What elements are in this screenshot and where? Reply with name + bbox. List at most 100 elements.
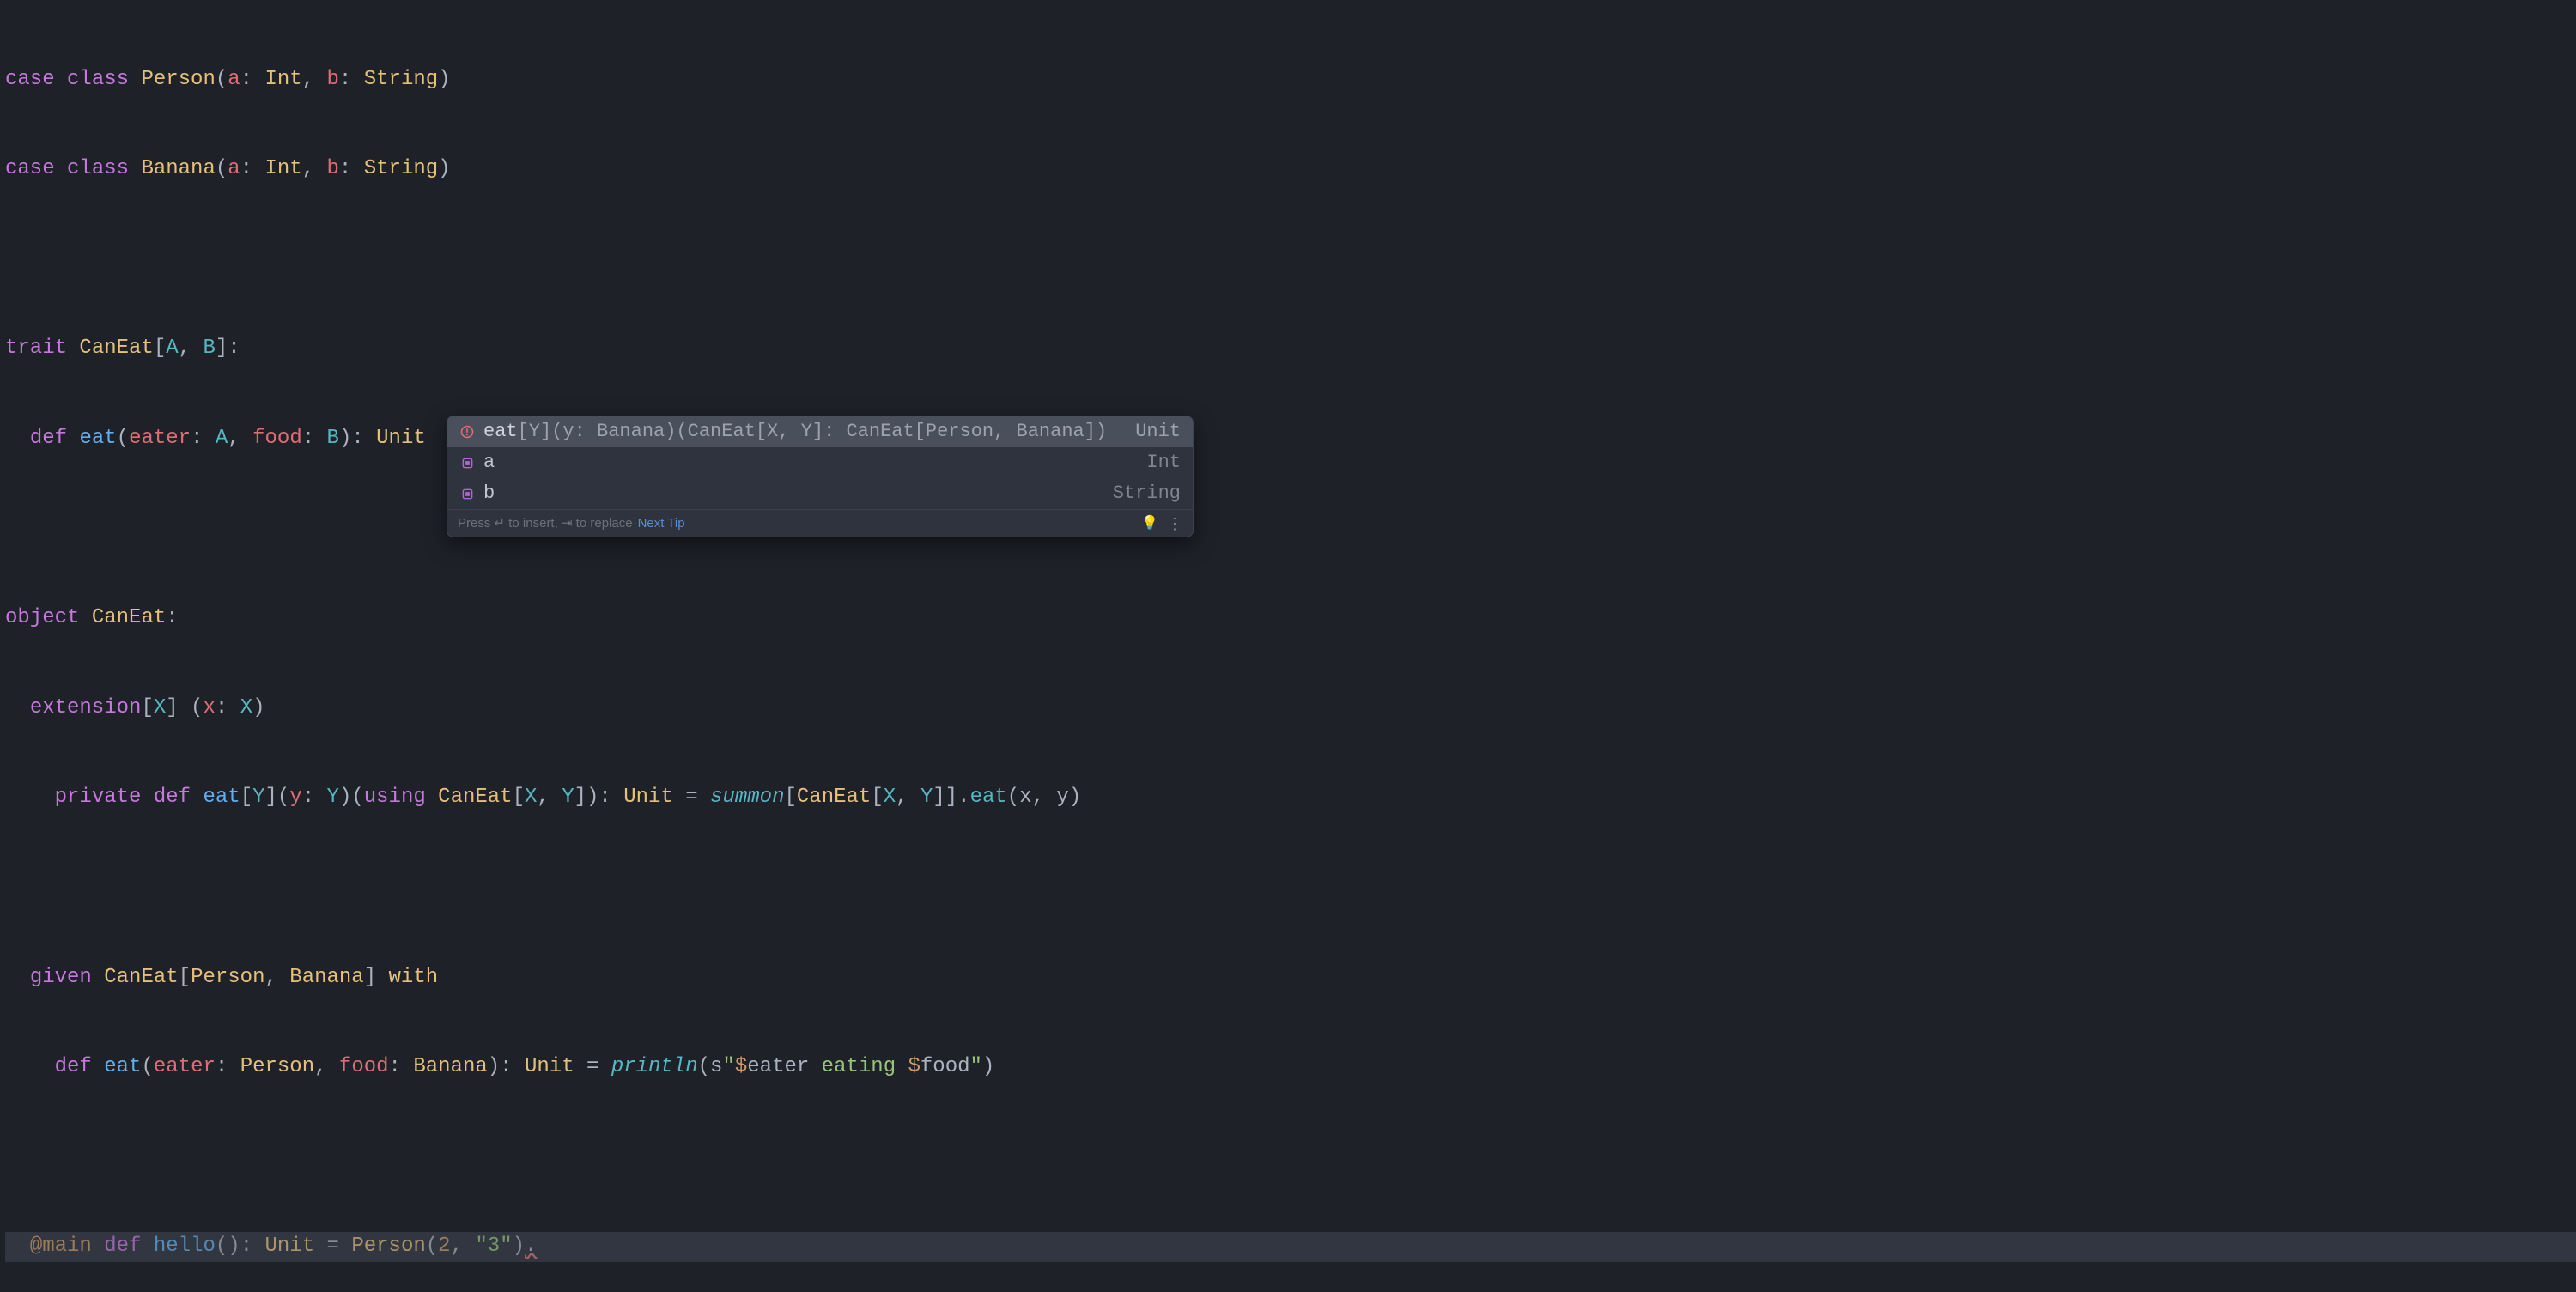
code-line[interactable]: trait CanEat[A, B]: [5, 334, 2576, 364]
field-icon [459, 486, 475, 501]
code-line[interactable]: case class Person(a: Int, b: String) [5, 65, 2576, 95]
param: eater [154, 1055, 216, 1078]
keyword: given [30, 966, 92, 989]
type: Int [264, 68, 301, 91]
number: 2 [438, 1234, 450, 1258]
type: CanEat [797, 786, 871, 809]
type-param: X [154, 696, 166, 719]
lightbulb-icon[interactable]: 💡 [1141, 513, 1158, 533]
type: Banana [413, 1055, 487, 1078]
type: String [364, 68, 438, 91]
annotation: @main [30, 1234, 92, 1258]
code-line[interactable]: case class Banana(a: Int, b: String) [5, 155, 2576, 185]
call: summon [710, 786, 784, 809]
string: " [722, 1055, 734, 1078]
param: b [327, 157, 339, 180]
type: CanEat [438, 786, 512, 809]
code-line[interactable] [5, 514, 2576, 544]
interp-var: food [920, 1055, 970, 1078]
method-name: hello [154, 1234, 216, 1258]
code-line-current[interactable]: @main def hello(): Unit = Person(2, "3")… [5, 1232, 2576, 1262]
completion-label: b [483, 480, 1096, 507]
next-tip-link[interactable]: Next Tip [638, 514, 685, 533]
completion-type: String [1096, 480, 1181, 507]
type: Y [920, 786, 933, 809]
code-line[interactable]: private def eat[Y](y: Y)(using CanEat[X,… [5, 783, 2576, 813]
field-icon [459, 455, 475, 470]
param: food [252, 427, 302, 450]
type: X [525, 786, 537, 809]
code-line[interactable]: def eat(eater: Person, food: Banana): Un… [5, 1052, 2576, 1083]
code-editor[interactable]: case class Person(a: Int, b: String) cas… [0, 0, 2576, 1292]
keyword: def [104, 1234, 141, 1258]
trait-name: CanEat [79, 337, 153, 360]
param: b [327, 68, 339, 91]
completion-item[interactable]: a Int [447, 447, 1193, 478]
keyword: trait [5, 337, 67, 360]
type: String [364, 157, 438, 180]
param: a [228, 68, 240, 91]
type: Person [191, 966, 264, 989]
object-name: CanEat [92, 606, 166, 629]
type: Y [562, 786, 574, 809]
keyword: using [364, 786, 426, 809]
type: X [884, 786, 896, 809]
param: food [339, 1055, 389, 1078]
type: Unit [525, 1055, 574, 1078]
completion-hint: Press ↵ to insert, ⇥ to replace [458, 514, 633, 533]
class-name: Banana [141, 157, 215, 180]
string-interp: s [710, 1055, 722, 1078]
arg: x [1019, 786, 1031, 809]
method-name: eat [79, 427, 116, 450]
completion-item[interactable]: b String [447, 478, 1193, 509]
keyword: def [55, 1055, 92, 1078]
completion-type: Unit [1118, 418, 1181, 446]
completion-popup[interactable]: eat[Y](y: Banana)(CanEat[X, Y]: CanEat[P… [447, 416, 1194, 537]
call: println [611, 1055, 698, 1078]
method-name: eat [104, 1055, 141, 1078]
class-name: Person [351, 1234, 425, 1258]
code-line[interactable] [5, 873, 2576, 903]
param: eater [129, 427, 191, 450]
keyword: object [5, 606, 79, 629]
code-line[interactable]: def eat(eater: A, food: B): Unit [5, 424, 2576, 454]
keyword: class [67, 68, 129, 91]
type: Unit [623, 786, 673, 809]
type: B [327, 427, 339, 450]
error-icon [459, 424, 475, 440]
keyword: with [389, 966, 439, 989]
type: Unit [376, 427, 426, 450]
method-name: eat [203, 786, 240, 809]
call: eat [970, 786, 1007, 809]
completion-type: Int [1129, 449, 1181, 476]
param: x [203, 696, 215, 719]
string: " [970, 1055, 982, 1078]
interp-var: eater [747, 1055, 809, 1078]
keyword: case [5, 157, 55, 180]
completion-label: a [483, 449, 1129, 476]
type: Unit [265, 1234, 315, 1258]
type-param: Y [252, 786, 264, 809]
completion-footer: Press ↵ to insert, ⇥ to replace Next Tip… [447, 509, 1193, 537]
dollar: $ [908, 1055, 920, 1078]
error-marker: . [525, 1234, 537, 1258]
class-name: Person [141, 68, 215, 91]
code-line[interactable]: extension[X] (x: X) [5, 694, 2576, 724]
keyword: private [55, 786, 142, 809]
completion-item[interactable]: eat[Y](y: Banana)(CanEat[X, Y]: CanEat[P… [447, 416, 1193, 447]
keyword: class [67, 157, 129, 180]
code-line[interactable] [5, 245, 2576, 275]
type: A [216, 427, 228, 450]
type: Int [264, 157, 301, 180]
more-icon[interactable]: ⋮ [1167, 516, 1182, 531]
code-line[interactable] [5, 1143, 2576, 1173]
code-line[interactable]: object CanEat: [5, 604, 2576, 634]
type: Y [327, 786, 339, 809]
keyword: def [30, 427, 67, 450]
keyword: extension [30, 696, 142, 719]
completion-label: eat[Y](y: Banana)(CanEat[X, Y]: CanEat[P… [483, 418, 1118, 446]
param: y [289, 786, 301, 809]
type: Banana [289, 966, 363, 989]
type: Person [240, 1055, 314, 1078]
code-line[interactable]: given CanEat[Person, Banana] with [5, 963, 2576, 993]
